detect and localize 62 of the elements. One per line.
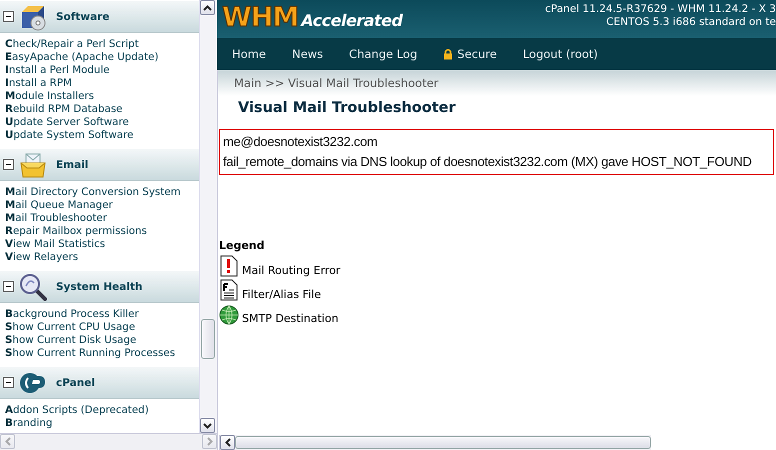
section-header[interactable]: cPanel (0, 366, 200, 399)
caret-left-icon (4, 437, 10, 446)
sidebar-link[interactable]: Mail Queue Manager (5, 199, 197, 212)
collapse-icon[interactable] (3, 281, 14, 292)
sidebar-link[interactable]: Branding (5, 417, 197, 430)
sidebar-link[interactable]: Update Server Software (5, 116, 197, 129)
section-header[interactable]: System Health (0, 270, 200, 303)
sidebar-link[interactable]: View Mail Statistics (5, 238, 197, 251)
legend-title: Legend (219, 239, 266, 253)
nav-link[interactable]: News (292, 47, 324, 61)
sidebar-link[interactable]: Show Current Disk Usage (5, 334, 197, 347)
email-address: me@doesnotexist3232.com (223, 133, 378, 150)
sidebar-link[interactable]: Addon Scripts (Deprecated) (5, 404, 197, 417)
magnifier-icon (19, 272, 47, 300)
nav-link[interactable]: Secure (443, 47, 497, 61)
sidebar-link[interactable]: Rebuild RPM Database (5, 103, 197, 116)
legend-label: Mail Routing Error (242, 264, 340, 277)
sidebar-link[interactable]: Background Process Killer (5, 308, 197, 321)
collapse-icon[interactable] (3, 159, 14, 170)
sidebar-link[interactable]: Check/Repair a Perl Script (5, 38, 197, 51)
logo-icon (19, 372, 47, 394)
nav-link[interactable]: Home (232, 47, 266, 61)
sidebar-link[interactable]: Update System Software (5, 129, 197, 142)
sidebar-link[interactable]: Module Installers (5, 90, 197, 103)
sidebar-link[interactable]: Repair Mailbox permissions (5, 225, 197, 238)
section-header[interactable]: Email (0, 148, 200, 181)
sidebar-link[interactable]: Show Current CPU Usage (5, 321, 197, 334)
scrollbar-thumb[interactable] (201, 319, 216, 359)
error-document-icon (219, 255, 239, 277)
collapse-icon[interactable] (3, 11, 14, 22)
logo-subtitle: Accelerated (301, 11, 402, 30)
version-info: cPanel 11.24.5-R37629 - WHM 11.24.2 - X 3 (545, 3, 776, 16)
nav-link[interactable]: Logout (root) (522, 47, 598, 61)
sidebar-link[interactable]: Install a Perl Module (5, 64, 197, 77)
legend-label: SMTP Destination (242, 312, 338, 325)
sidebar-link[interactable]: Mail Troubleshooter (5, 212, 197, 225)
scroll-down-button[interactable] (200, 418, 216, 433)
caret-down-icon (203, 422, 212, 428)
document-icon (219, 279, 239, 301)
legend-label: Filter/Alias File (242, 288, 321, 301)
collapse-icon[interactable] (3, 377, 14, 388)
section-header[interactable]: Software (0, 0, 200, 33)
sidebar-link[interactable]: Show Current Running Processes (5, 347, 197, 360)
logo-text: WHM (222, 3, 298, 33)
globe-icon (219, 305, 239, 325)
scroll-left-button[interactable] (220, 435, 235, 450)
sidebar-link[interactable]: Install a RPM (5, 77, 197, 90)
version-info: CENTOS 5.3 i686 standard on te (606, 16, 776, 29)
lock-icon (443, 48, 454, 60)
nav-link[interactable]: Change Log (349, 47, 418, 61)
scrollbar-thumb[interactable] (235, 436, 651, 449)
sidebar-link[interactable]: View Relayers (5, 251, 197, 264)
breadcrumb: Main >> Visual Mail Troubleshooter (234, 76, 438, 90)
sidebar-link[interactable]: Mail Directory Conversion System (5, 186, 197, 199)
scroll-up-button[interactable] (200, 0, 216, 15)
mail-box-icon (19, 150, 47, 178)
page-title: Visual Mail Troubleshooter (237, 99, 457, 118)
error-message: fail_remote_domains via DNS lookup of doesnotexist3232.com (MX) gave HOST_NOT_FOUND (223, 153, 753, 170)
caret-up-icon (203, 4, 212, 10)
sidebar-link[interactable]: EasyApache (Apache Update) (5, 51, 197, 64)
caret-left-icon (224, 438, 230, 447)
caret-right-icon (206, 437, 212, 446)
